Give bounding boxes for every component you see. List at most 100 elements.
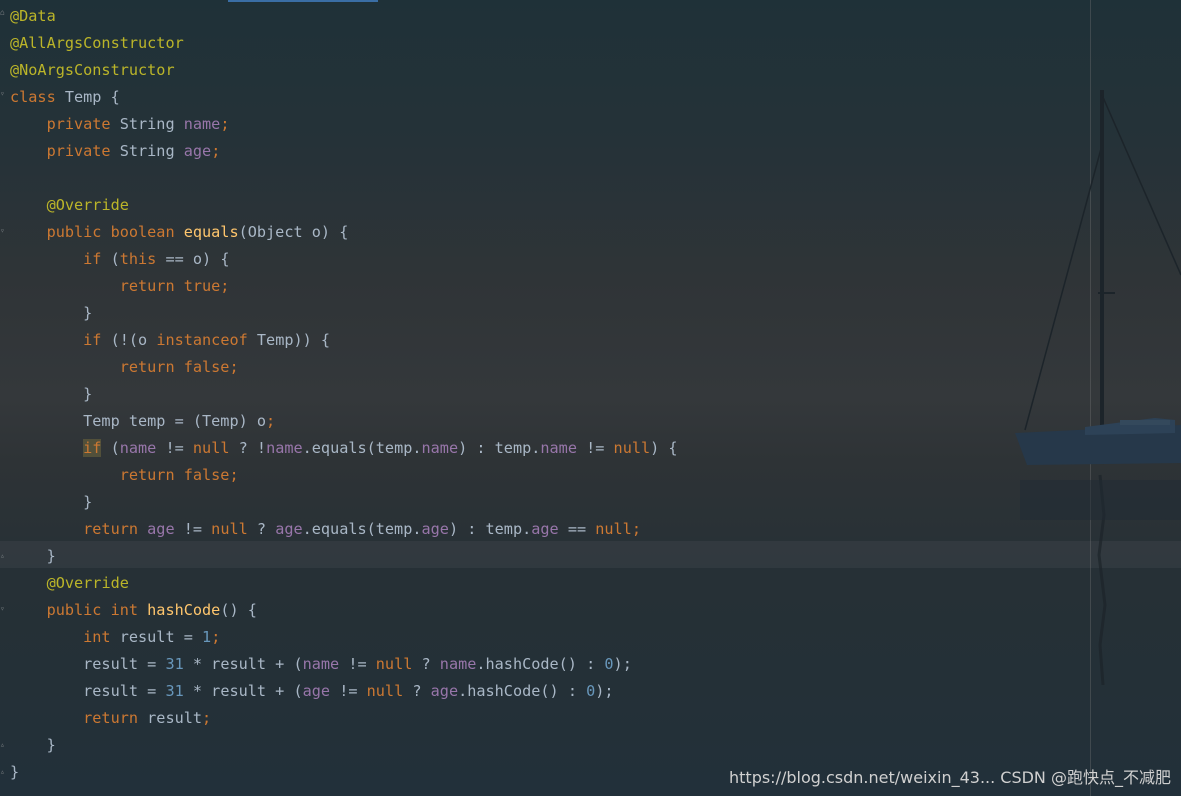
code-line[interactable]: return false; [10,462,678,489]
code-token: != [165,439,193,457]
code-token: null [366,682,413,700]
code-line[interactable]: @Override [10,570,678,597]
code-token: name [183,115,221,133]
code-token: != [183,520,212,538]
code-line[interactable]: Temp temp = (Temp) o; [10,408,678,435]
code-token: ; [211,628,221,646]
code-line[interactable]: result = 31 * result + (name != null ? n… [10,651,678,678]
code-line[interactable]: @AllArgsConstructor [10,30,678,57]
code-line[interactable]: public int hashCode() { [10,597,678,624]
code-token: instanceof [156,331,257,349]
code-line[interactable]: private String age; [10,138,678,165]
code-token: (Object o) { [238,223,349,241]
code-token: ; [211,142,221,160]
code-token: null [375,655,422,673]
code-token: result = [119,628,203,646]
code-token: ; [266,412,276,430]
code-token: * result + ( [192,655,303,673]
code-token: .equals(temp. [302,520,422,538]
code-line[interactable] [10,165,678,192]
code-token: result [147,709,203,727]
fold-marker-icon[interactable]: ▿ [0,226,7,235]
code-line[interactable]: private String name; [10,111,678,138]
code-line[interactable]: return result; [10,705,678,732]
code-line[interactable]: } [10,543,678,570]
code-line[interactable]: @Override [10,192,678,219]
code-line[interactable]: } [10,759,678,786]
code-token: 0 [586,682,596,700]
code-token: } [10,763,20,781]
code-token: 0 [604,655,614,673]
code-line[interactable]: } [10,381,678,408]
code-line[interactable]: int result = 1; [10,624,678,651]
code-token: result = [10,655,166,673]
code-line[interactable]: if (this == o) { [10,246,678,273]
code-line[interactable]: public boolean equals(Object o) { [10,219,678,246]
code-line[interactable]: if (!(o instanceof Temp)) { [10,327,678,354]
code-line[interactable]: class Temp { [10,84,678,111]
code-line[interactable]: } [10,732,678,759]
fold-marker-icon[interactable]: ▿ [0,89,7,98]
code-line[interactable]: return true; [10,273,678,300]
fold-marker-icon[interactable]: ⌂ [0,8,7,17]
code-token: name [302,655,349,673]
code-token: ); [613,655,632,673]
fold-marker-icon[interactable]: ▵ [0,551,7,560]
code-line[interactable]: return false; [10,354,678,381]
code-token: null; [595,520,641,538]
code-token: } [10,304,93,322]
code-line[interactable]: } [10,489,678,516]
code-line[interactable]: @Data [10,3,678,30]
code-editor[interactable]: ⌂ ▿ ▿ ▵ ▿ ▵ ▵ @Data @AllArgsConstructor @N… [0,0,1181,796]
fold-marker-icon[interactable]: ▵ [0,740,7,749]
code-token: result = [10,682,166,700]
code-token: ? ! [238,439,267,457]
code-token: name [421,439,459,457]
code-token: } [10,493,93,511]
code-token: age [421,520,449,538]
code-line[interactable]: result = 31 * result + (age != null ? ag… [10,678,678,705]
code-token: == [567,520,596,538]
code-token: @Override [46,574,129,592]
code-token: ) : temp. [458,439,541,457]
code-token: name [540,439,587,457]
code-line[interactable]: } [10,300,678,327]
code-token: @NoArgsConstructor [10,61,175,79]
code-token: * result + ( [192,682,303,700]
code-token: ) : temp. [448,520,532,538]
code-token: this [119,250,166,268]
code-token: () { [220,601,257,619]
csdn-watermark: https://blog.csdn.net/weixin_43... CSDN … [729,768,1171,787]
editor-gutter[interactable]: ⌂ ▿ ▿ ▵ ▿ ▵ ▵ [0,0,8,796]
source-code[interactable]: @Data @AllArgsConstructor @NoArgsConstruct… [10,3,678,786]
code-token: != [339,682,367,700]
code-token: age [183,142,212,160]
code-token: return false; [10,358,239,376]
code-token: if [10,250,111,268]
code-token: name [266,439,303,457]
code-token: return [10,709,148,727]
code-token: ( [110,250,120,268]
code-token: 1 [202,628,212,646]
code-token: null [192,439,239,457]
code-token: String [119,142,184,160]
code-token: != [348,655,376,673]
fold-marker-icon[interactable]: ▿ [0,604,7,613]
code-token: null [613,439,651,457]
code-token: null [211,520,257,538]
code-token: equals [183,223,239,241]
code-token: if [83,439,102,457]
code-token: age [302,682,340,700]
code-token: return true; [10,277,230,295]
code-line[interactable]: return age != null ? age.equals(temp.age… [10,516,678,543]
code-token: ? [412,682,431,700]
code-line[interactable]: if (name != null ? !name.equals(temp.nam… [10,435,678,462]
code-token: name [119,439,166,457]
code-token: 31 [165,655,193,673]
fold-marker-icon[interactable]: ▵ [0,767,7,776]
code-token: .hashCode() : [476,655,605,673]
code-token: 31 [165,682,193,700]
code-line[interactable]: @NoArgsConstructor [10,57,678,84]
code-token: name [439,655,477,673]
